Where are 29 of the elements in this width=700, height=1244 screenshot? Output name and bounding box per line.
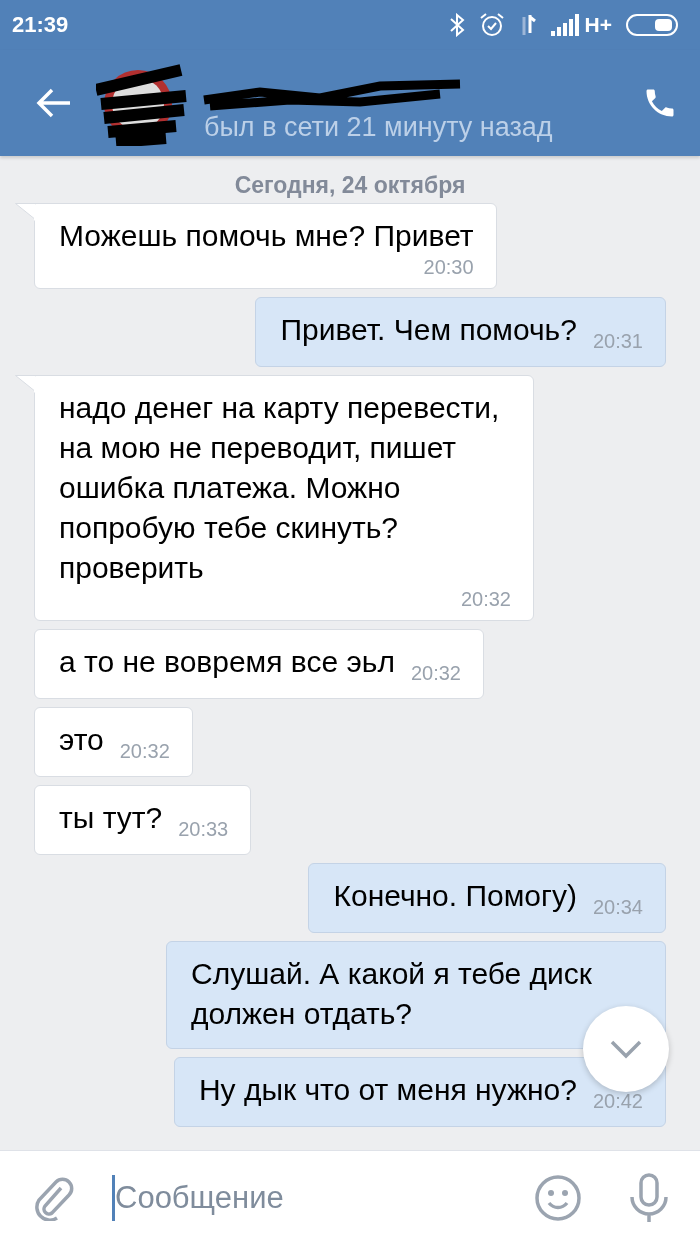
emoji-button[interactable] (534, 1173, 582, 1222)
clock-time: 21:39 (12, 12, 70, 38)
message-text: Слушай. А какой я тебе диск должен отдать? (191, 957, 592, 1030)
message-text: это (59, 723, 104, 756)
message-text: надо денег на карту перевести, на мою не переводит, пишет ошибка платежа. Можно попробую тебе скинуть? проверить (59, 391, 500, 584)
alarm-clock-icon (478, 12, 505, 38)
date-divider: Сегодня, 24 октября (233, 171, 467, 200)
message-time: 20:33 (178, 818, 229, 840)
chevron-down-icon (609, 1039, 643, 1059)
message-text: Ну дык что от меня нужно? (198, 1073, 577, 1106)
network-type: H+ (584, 13, 612, 37)
signal-icon (550, 14, 579, 36)
message-text: Привет. Чем помочь? (280, 313, 577, 346)
message-time: 20:42 (592, 1090, 643, 1112)
message-text: а то не вовремя все эьл (59, 645, 395, 678)
message-time: 20:34 (592, 896, 643, 918)
battery-icon (626, 14, 678, 36)
message-time: 20:31 (592, 330, 643, 352)
microphone-button[interactable] (628, 1172, 670, 1223)
message-time: 20:32 (459, 588, 511, 610)
message-text: Конечно. Помогу) (333, 879, 577, 912)
last-seen-status: был в сети 21 минуту назад (204, 111, 554, 143)
message-time: 20:32 (119, 740, 170, 762)
message-text: Можешь помочь мне? Привет (59, 219, 474, 252)
message-time: 20:32 (410, 662, 461, 684)
message-text: ты тут? (59, 801, 163, 834)
bluetooth-icon (448, 13, 465, 37)
message-time: 20:30 (422, 256, 474, 278)
text-cursor (112, 1174, 115, 1221)
